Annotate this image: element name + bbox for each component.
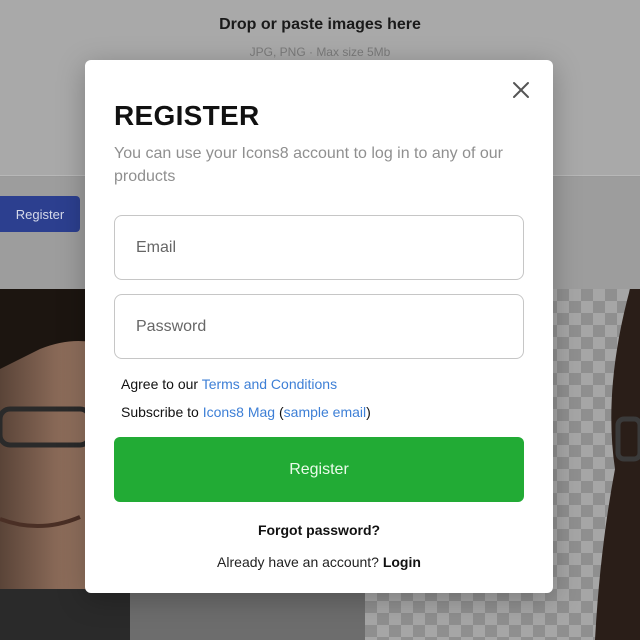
login-prompt-text: Already have an account? xyxy=(217,554,383,570)
modal-title: REGISTER xyxy=(114,100,260,131)
login-link[interactable]: Login xyxy=(383,554,421,570)
modal-subtitle: You can use your Icons8 account to log i… xyxy=(114,145,503,185)
terms-link[interactable]: Terms and Conditions xyxy=(202,376,337,392)
subscribe-line: Subscribe to Icons8 Mag (sample email) xyxy=(121,404,371,420)
drop-zone-title: Drop or paste images here xyxy=(219,16,421,33)
password-field[interactable] xyxy=(114,294,524,359)
photo-right xyxy=(555,289,640,640)
portrait-illustration-right xyxy=(595,289,640,640)
forgot-password-link[interactable]: Forgot password? xyxy=(85,522,553,538)
register-modal: REGISTER You can use your Icons8 account… xyxy=(85,60,553,593)
open-paren: ( xyxy=(275,404,284,420)
background-register-button[interactable]: Register xyxy=(0,196,80,232)
sample-email-link[interactable]: sample email xyxy=(284,404,366,420)
subscribe-prefix: Subscribe to xyxy=(121,404,203,420)
agree-terms-line: Agree to our Terms and Conditions xyxy=(121,376,337,392)
agree-prefix: Agree to our xyxy=(121,376,202,392)
mag-link[interactable]: Icons8 Mag xyxy=(203,404,275,420)
close-icon[interactable] xyxy=(511,80,531,100)
drop-zone-subtitle: JPG, PNG · Max size 5Mb xyxy=(249,45,391,59)
email-field[interactable] xyxy=(114,215,524,280)
register-button[interactable]: Register xyxy=(114,437,524,502)
close-paren: ) xyxy=(366,404,371,420)
login-prompt: Already have an account? Login xyxy=(85,554,553,570)
